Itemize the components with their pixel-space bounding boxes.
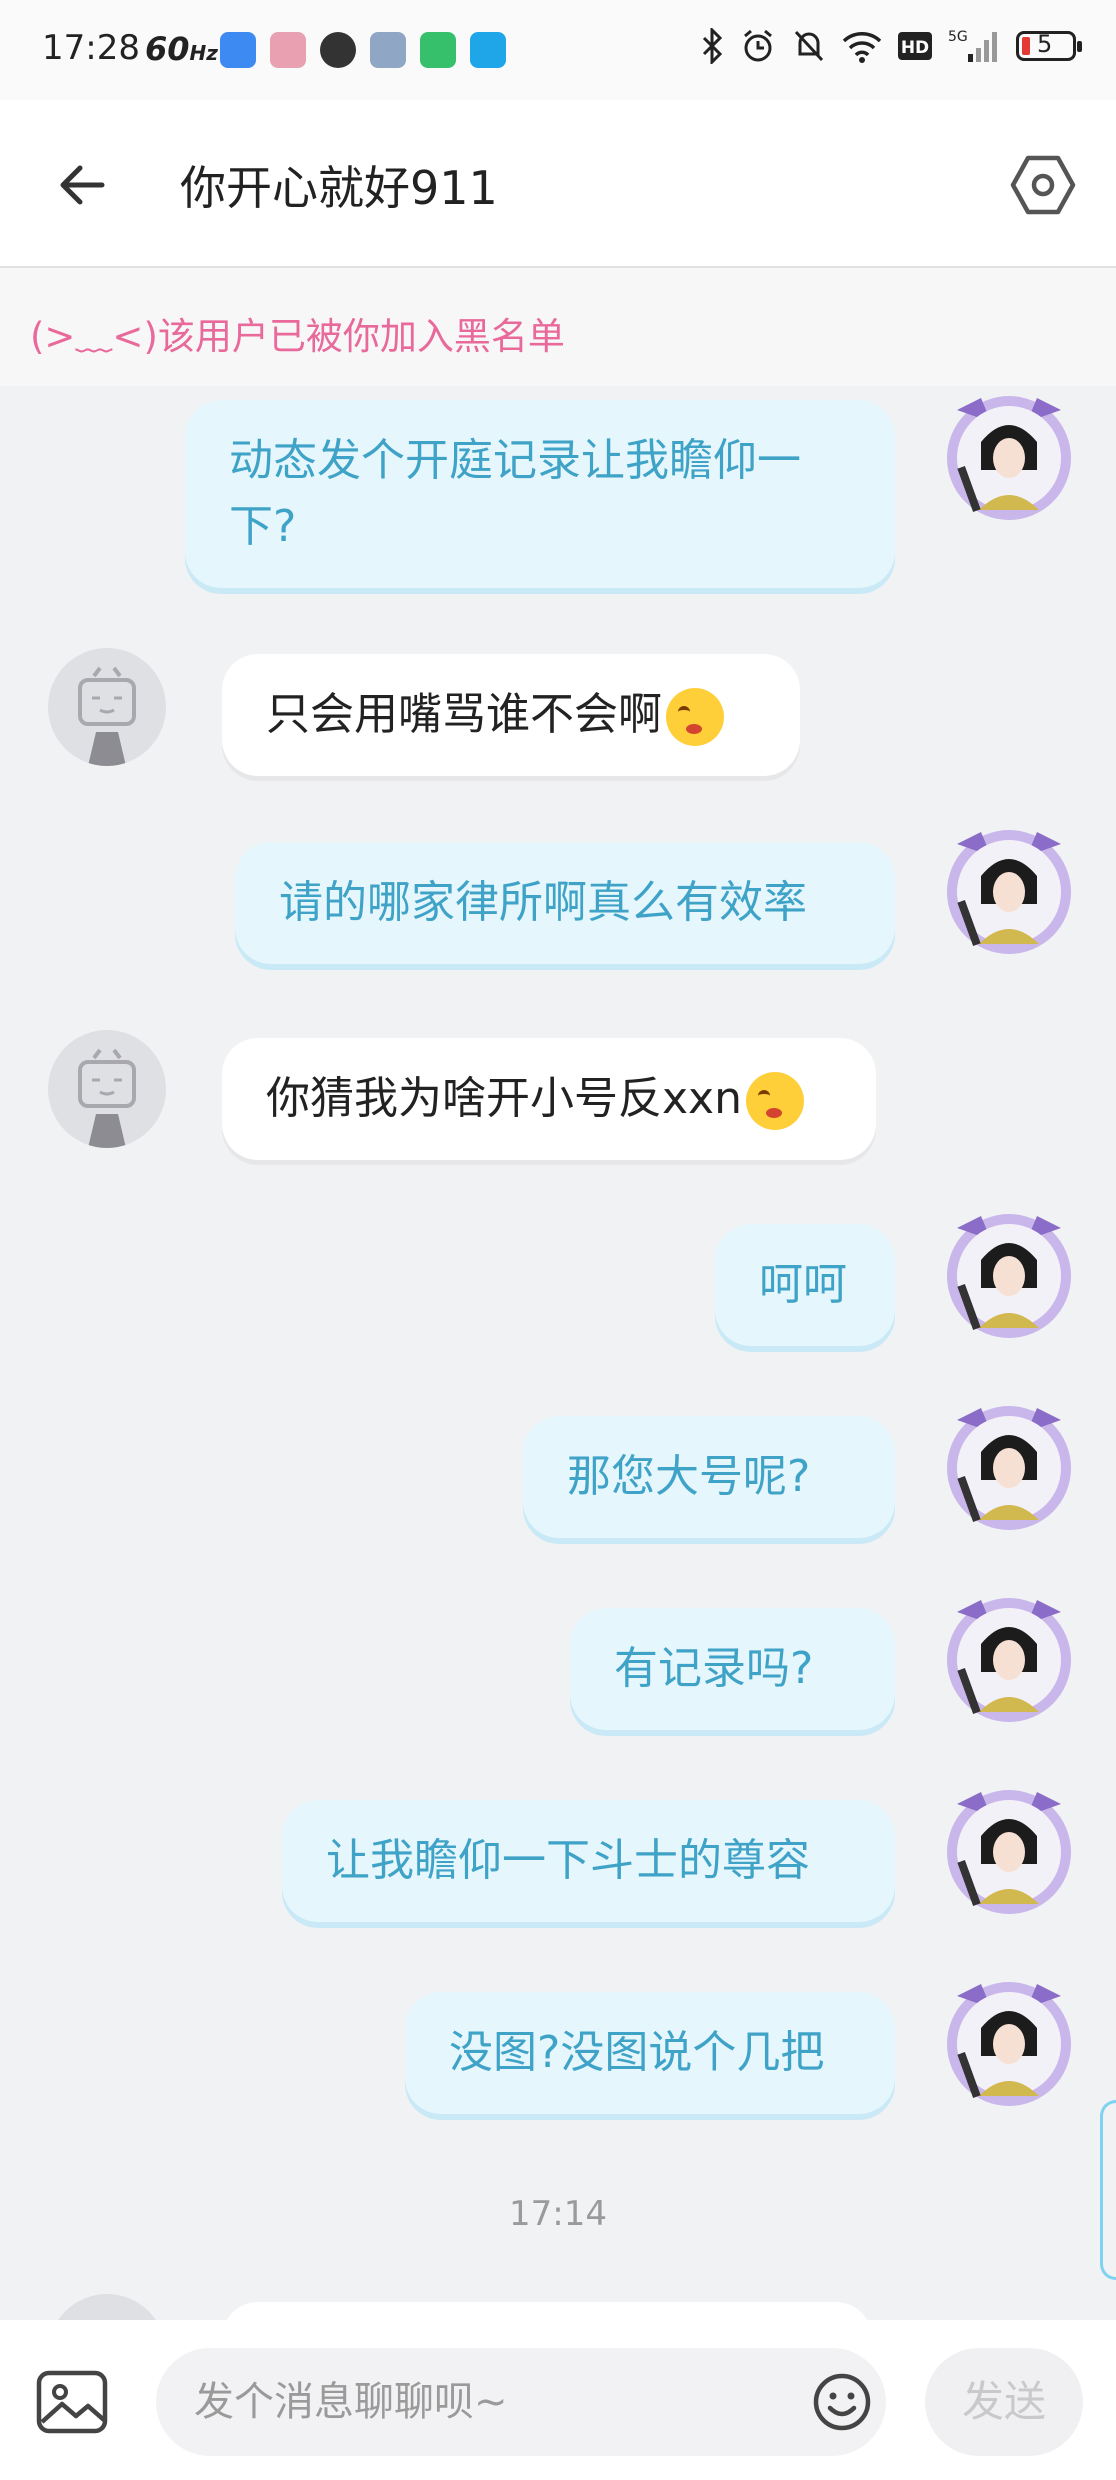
tv-mascot-icon [78, 666, 136, 766]
message-text: 没图?没图说个几把 [449, 2027, 825, 2078]
message-text: 有记录吗? [614, 1643, 814, 1694]
notification-icons [220, 32, 506, 68]
status-bar: 17:28 60Hz HD 5G 5 [0, 0, 1116, 100]
my-avatar[interactable] [935, 386, 1083, 528]
hd-label: HD [901, 38, 929, 58]
message-text: 让我瞻仰一下斗士的尊容 [326, 1835, 810, 1886]
mute-bell-icon [794, 30, 824, 62]
my-avatar[interactable] [935, 814, 1083, 962]
my-avatar[interactable] [935, 1774, 1083, 1922]
refresh-rate: 60Hz [145, 30, 218, 68]
floating-side-tab[interactable] [1100, 2100, 1116, 2280]
settings-icon[interactable] [1008, 150, 1078, 220]
app-notification-icon [220, 32, 256, 68]
wifi-icon [842, 32, 882, 63]
my-message-bubble[interactable]: 动态发个开庭记录让我瞻仰一 下? [185, 400, 895, 588]
signal-icon: 5G [948, 29, 997, 62]
my-message-bubble[interactable]: 让我瞻仰一下斗士的尊容 [282, 1800, 895, 1922]
message-text: 请的哪家律所啊真么有效率 [279, 877, 807, 928]
my-avatar[interactable] [935, 1582, 1083, 1730]
contact-message-bubble-partial[interactable] [222, 2302, 872, 2320]
contact-avatar[interactable] [48, 1030, 166, 1148]
refresh-rate-value: 60 [145, 30, 190, 68]
message-input-bar: 发送 [0, 2320, 1116, 2480]
battery-level: 5 [1037, 30, 1053, 58]
chat-header: 你开心就好911 [0, 100, 1116, 268]
back-arrow-icon[interactable] [50, 150, 120, 220]
network-label: 5G [948, 29, 968, 45]
message-text: 只会用嘴骂谁不会啊 [266, 689, 662, 740]
laughing-emoji-icon [666, 688, 724, 746]
alarm-icon [744, 29, 772, 62]
anime-app-icon [270, 32, 306, 68]
message-text-line: 下? [229, 501, 297, 552]
my-avatar[interactable] [935, 1966, 1083, 2114]
blacklist-notice-text: (>﹏<)该用户已被你加入黑名单 [30, 315, 565, 358]
my-message-bubble[interactable]: 没图?没图说个几把 [405, 1992, 895, 2114]
my-avatar[interactable] [935, 1390, 1083, 1538]
image-picker-icon[interactable] [36, 2370, 108, 2434]
app-notification-icon [370, 32, 406, 68]
contact-avatar[interactable] [48, 648, 166, 766]
battery-icon: 5 [1016, 30, 1082, 61]
status-time: 17:28 [42, 28, 140, 68]
message-text: 呵呵 [759, 1259, 847, 1310]
tv-mascot-icon [78, 1048, 136, 1148]
bluetooth-icon [702, 28, 723, 64]
message-list[interactable]: 动态发个开庭记录让我瞻仰一 下? 只会用嘴骂谁不会啊 请的哪家律所啊真么有效率 … [0, 386, 1116, 2320]
my-message-bubble[interactable]: 有记录吗? [570, 1608, 895, 1730]
message-app-icon [420, 32, 456, 68]
message-input[interactable] [156, 2348, 886, 2456]
hd-icon: HD [898, 32, 932, 60]
qq-icon [320, 32, 356, 68]
message-text: 你猜我为啥开小号反xxn [266, 1073, 742, 1124]
laughing-emoji-icon [745, 1072, 804, 1130]
refresh-rate-unit: Hz [189, 41, 218, 65]
my-avatar[interactable] [935, 1198, 1083, 1346]
contact-message-bubble[interactable]: 你猜我为啥开小号反xxn [222, 1038, 876, 1160]
my-message-bubble[interactable]: 请的哪家律所啊真么有效率 [235, 842, 895, 964]
message-text: 那您大号呢? [567, 1451, 811, 1502]
contact-message-bubble[interactable]: 只会用嘴骂谁不会啊 [222, 654, 800, 776]
chat-title: 你开心就好911 [180, 161, 498, 215]
message-text-line: 动态发个开庭记录让我瞻仰一 [229, 435, 801, 486]
message-timestamp: 17:14 [509, 2194, 607, 2234]
system-icons: HD 5G 5 [700, 28, 1082, 64]
blacklist-notice: (>﹏<)该用户已被你加入黑名单 [0, 268, 1116, 386]
send-button[interactable]: 发送 [925, 2348, 1083, 2456]
browser-app-icon [470, 32, 506, 68]
emoji-picker-icon[interactable] [812, 2372, 872, 2432]
my-message-bubble[interactable]: 呵呵 [715, 1224, 895, 1346]
contact-avatar[interactable] [48, 2294, 166, 2320]
my-message-bubble[interactable]: 那您大号呢? [523, 1416, 895, 1538]
